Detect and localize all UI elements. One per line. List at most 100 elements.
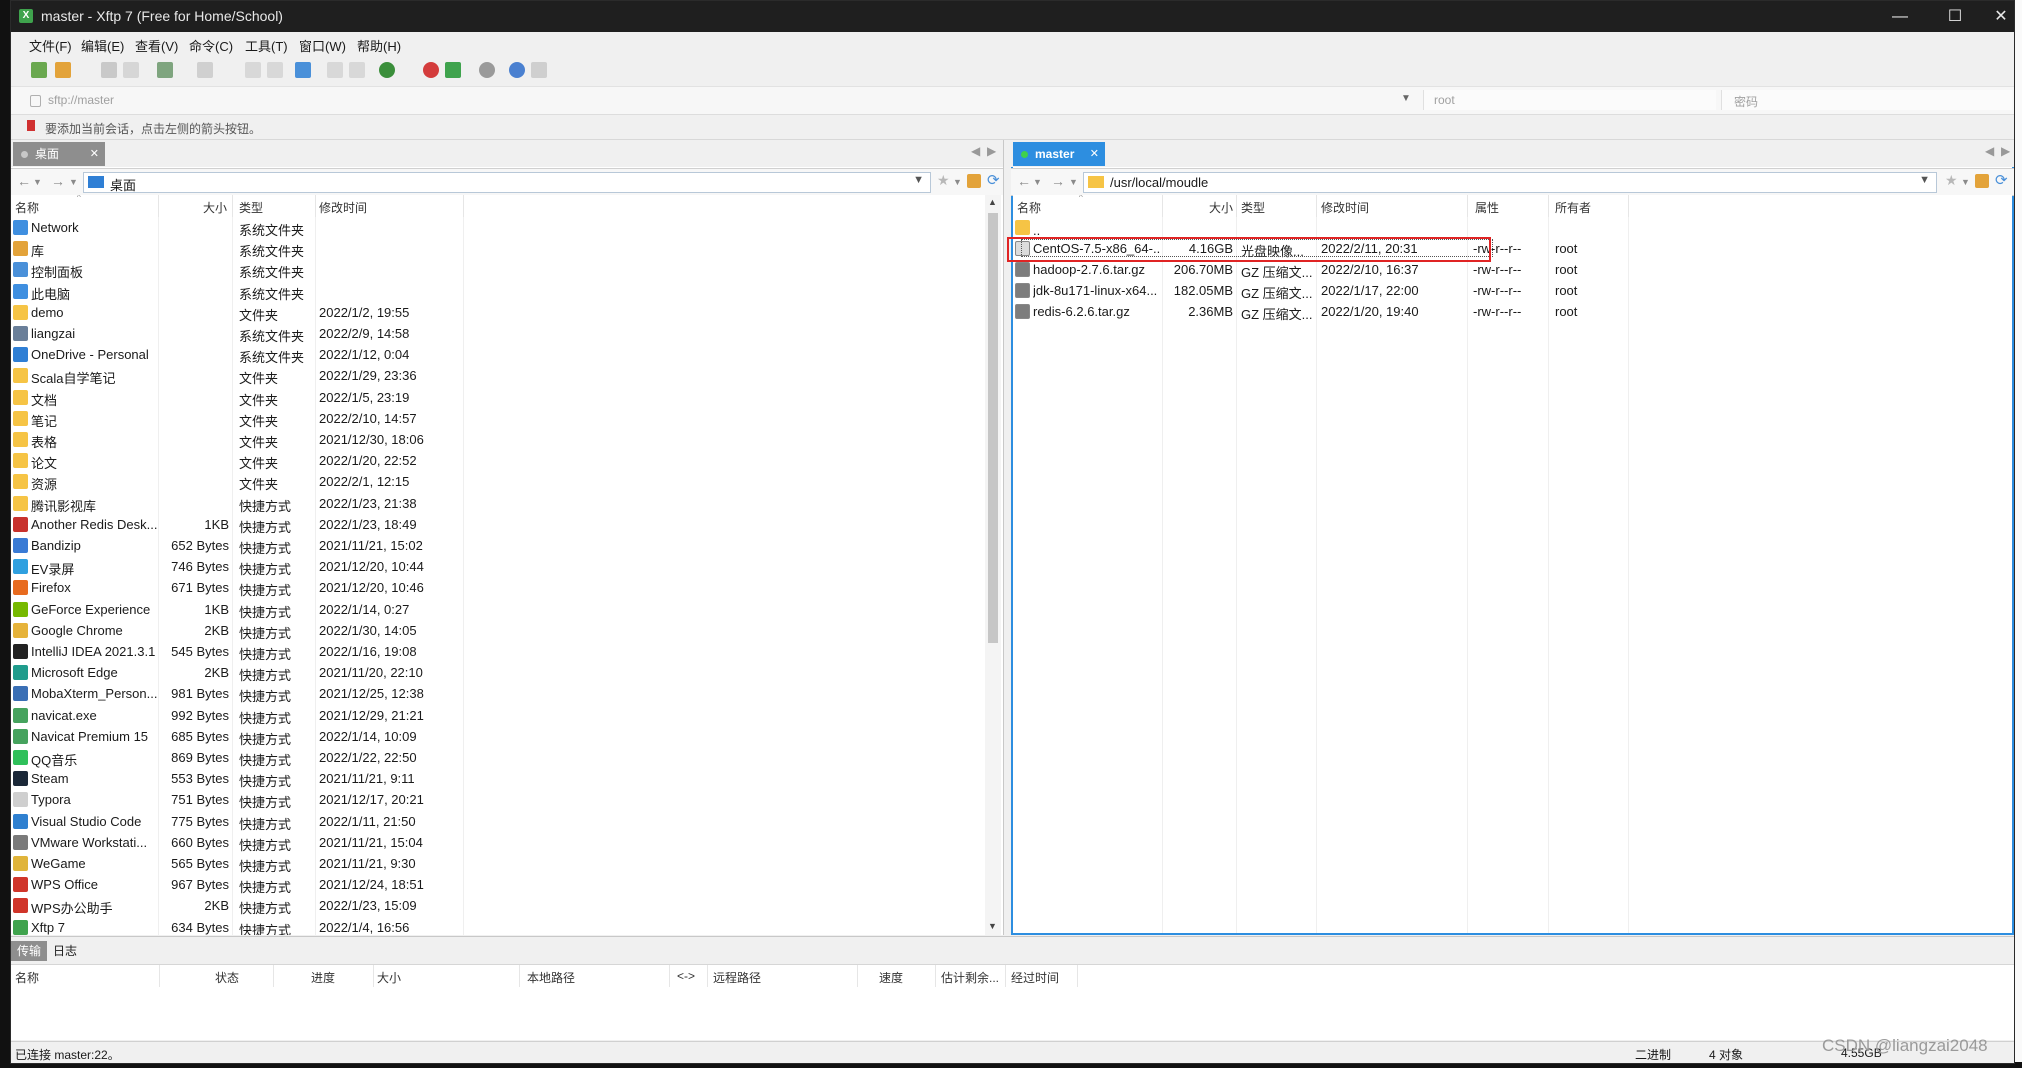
list-item[interactable]: redis-6.2.6.tar.gz 2.36MB GZ 压缩文... 2022/1/… [1013,301,2012,322]
list-item[interactable]: Google Chrome 2KB 快捷方式 2022/1/30, 14:05 [11,620,1003,641]
maximize-button[interactable]: ☐ [1935,3,1975,30]
list-item[interactable]: 笔记 文件夹 2022/2/10, 14:57 [11,408,1003,429]
xshell-icon[interactable] [423,62,439,78]
list-item[interactable]: Microsoft Edge 2KB 快捷方式 2021/11/20, 22:10 [11,662,1003,683]
list-item[interactable]: 库 系统文件夹 [11,238,1003,259]
list-item[interactable]: Navicat Premium 15 685 Bytes 快捷方式 2022/1/14… [11,726,1003,747]
list-item[interactable]: 控制面板 系统文件夹 [11,259,1003,280]
new-session-icon[interactable] [31,62,47,78]
favorite-dropdown-icon[interactable]: ▼ [1961,177,1970,187]
col-elapsed[interactable]: 经过时间 [1011,969,1059,986]
list-item[interactable]: liangzai 系统文件夹 2022/2/9, 14:58 [11,323,1003,344]
tab-close-icon[interactable]: ✕ [90,142,99,166]
new-folder-icon[interactable] [1975,174,1989,188]
list-item[interactable]: navicat.exe 992 Bytes 快捷方式 2021/12/29, 21:2… [11,705,1003,726]
host-address-input[interactable]: sftp://master [48,93,114,107]
username-input[interactable]: root [1423,90,1716,110]
col-type[interactable]: 类型 [239,199,263,216]
password-input[interactable]: 密码 [1721,90,2012,110]
open-folder-icon[interactable] [55,62,71,78]
col-modified[interactable]: 修改时间 [1321,199,1369,216]
help-icon[interactable] [509,62,525,78]
col-status[interactable]: 状态 [215,969,239,986]
menu-file[interactable]: 文件(F) [29,36,72,55]
list-item[interactable]: QQ音乐 869 Bytes 快捷方式 2022/1/22, 22:50 [11,747,1003,768]
paste-icon[interactable] [267,62,283,78]
refresh-icon[interactable]: ⟳ [1995,171,2009,189]
scroll-down-icon[interactable]: ▼ [988,921,997,931]
scroll-thumb[interactable] [988,213,998,643]
list-item[interactable]: 资源 文件夹 2022/2/1, 12:15 [11,471,1003,492]
list-item[interactable]: WPS办公助手 2KB 快捷方式 2022/1/23, 15:09 [11,895,1003,916]
list-item[interactable]: hadoop-2.7.6.tar.gz 206.70MB GZ 压缩文... 2022… [1013,259,2012,280]
menu-command[interactable]: 命令(C) [189,36,233,55]
list-item[interactable]: WeGame 565 Bytes 快捷方式 2021/11/21, 9:30 [11,853,1003,874]
permissions-icon[interactable] [349,62,365,78]
col-name[interactable]: 名称 [15,199,39,216]
menu-view[interactable]: 查看(V) [135,36,178,55]
list-item[interactable]: WPS Office 967 Bytes 快捷方式 2021/12/24, 18:51 [11,874,1003,895]
tab-prev-icon[interactable]: ◀ [1985,144,1994,158]
menu-help[interactable]: 帮助(H) [357,36,401,55]
connect-icon[interactable] [101,62,117,78]
list-item[interactable]: Visual Studio Code 775 Bytes 快捷方式 2022/1/11… [11,811,1003,832]
list-item[interactable]: OneDrive - Personal 系统文件夹 2022/1/12, 0:04 [11,344,1003,365]
list-item[interactable]: GeForce Experience 1KB 快捷方式 2022/1/14, 0:27 [11,599,1003,620]
col-size[interactable]: 大小 [377,969,401,986]
bookmark-flag-icon[interactable] [27,120,35,131]
list-item[interactable]: Xftp 7 634 Bytes 快捷方式 2022/1/4, 16:56 [11,917,1003,935]
back-icon[interactable]: ← [1017,173,1031,189]
col-modified[interactable]: 修改时间 [319,199,367,216]
tab-next-icon[interactable]: ▶ [987,144,996,158]
tab-log[interactable]: 日志 [47,941,83,961]
menu-edit[interactable]: 编辑(E) [81,36,124,55]
minimize-button[interactable]: — [1880,3,1920,30]
tab-prev-icon[interactable]: ◀ [971,144,980,158]
favorite-dropdown-icon[interactable]: ▼ [953,177,962,187]
forward-icon[interactable]: → [51,173,65,189]
parent-directory-row[interactable]: .. [1013,217,2012,238]
list-item[interactable]: jdk-8u171-linux-x64... 182.05MB GZ 压缩文... 2… [1013,280,2012,301]
col-size[interactable]: 大小 [203,199,227,216]
new-folder-icon[interactable] [967,174,981,188]
col-size[interactable]: 大小 [1209,199,1233,216]
tab-master[interactable]: master ✕ [1013,142,1105,166]
menu-tools[interactable]: 工具(T) [245,36,288,55]
close-button[interactable]: ✕ [1981,3,2014,30]
col-remote-path[interactable]: 远程路径 [713,969,761,986]
col-local-path[interactable]: 本地路径 [527,969,575,986]
xftp-icon[interactable] [445,62,461,78]
forward-dropdown-icon[interactable]: ▼ [1069,177,1078,187]
tab-desktop[interactable]: 桌面 ✕ [13,142,105,166]
col-name[interactable]: 名称 [15,969,39,986]
col-type[interactable]: 类型 [1241,199,1265,216]
favorite-star-icon[interactable]: ★ [937,172,951,188]
scroll-up-icon[interactable]: ▲ [988,197,997,207]
list-item[interactable]: Network 系统文件夹 [11,217,1003,238]
col-owner[interactable]: 所有者 [1555,199,1591,216]
list-item[interactable]: 论文 文件夹 2022/1/20, 22:52 [11,450,1003,471]
list-item[interactable]: Typora 751 Bytes 快捷方式 2021/12/17, 20:21 [11,789,1003,810]
back-dropdown-icon[interactable]: ▼ [33,177,42,187]
forward-dropdown-icon[interactable]: ▼ [69,177,78,187]
list-item[interactable]: MobaXterm_Person... 981 Bytes 快捷方式 2021/12/… [11,683,1003,704]
globe-icon[interactable] [379,62,395,78]
col-direction[interactable]: <-> [677,969,695,983]
path-dropdown-icon[interactable]: ▼ [913,174,924,186]
col-speed[interactable]: 速度 [879,969,903,986]
forward-icon[interactable]: → [1051,173,1065,189]
list-item[interactable]: EV录屏 746 Bytes 快捷方式 2021/12/20, 10:44 [11,556,1003,577]
transfer-icon[interactable] [157,62,173,78]
list-item[interactable]: Another Redis Desk... 1KB 快捷方式 2022/1/23, 1… [11,514,1003,535]
list-item[interactable]: Firefox 671 Bytes 快捷方式 2021/12/20, 10:46 [11,577,1003,598]
list-item[interactable]: Bandizip 652 Bytes 快捷方式 2021/11/21, 15:02 [11,535,1003,556]
col-progress[interactable]: 进度 [311,969,335,986]
list-item[interactable]: 表格 文件夹 2021/12/30, 18:06 [11,429,1003,450]
list-item[interactable]: Steam 553 Bytes 快捷方式 2021/11/21, 9:11 [11,768,1003,789]
list-item[interactable]: 此电脑 系统文件夹 [11,281,1003,302]
copy-icon[interactable] [245,62,261,78]
properties-icon[interactable] [327,62,343,78]
list-item[interactable]: IntelliJ IDEA 2021.3.1 545 Bytes 快捷方式 2022/… [11,641,1003,662]
back-dropdown-icon[interactable]: ▼ [1033,177,1042,187]
tab-next-icon[interactable]: ▶ [2001,144,2010,158]
